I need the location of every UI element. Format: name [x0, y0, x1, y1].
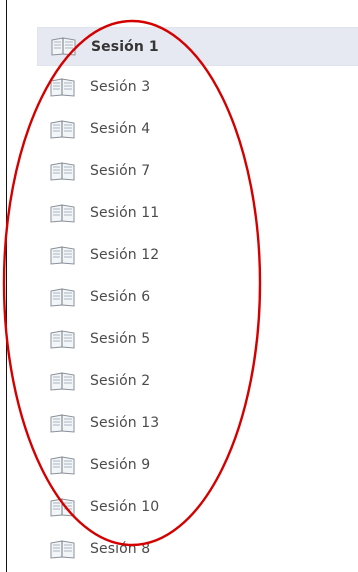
session-label: Sesión 6 — [90, 289, 151, 305]
session-list: Sesión 1 Sesión 3 Sesión 4 Sesión 7 Sesi… — [37, 27, 358, 570]
session-label: Sesión 4 — [90, 121, 151, 137]
session-label: Sesión 2 — [90, 373, 151, 389]
book-icon — [50, 203, 75, 223]
session-item-2[interactable]: Sesión 2 — [37, 360, 358, 402]
session-label: Sesión 7 — [90, 163, 151, 179]
session-item-7[interactable]: Sesión 7 — [37, 150, 358, 192]
session-item-10[interactable]: Sesión 10 — [37, 486, 358, 528]
book-icon — [50, 539, 75, 559]
session-label: Sesión 11 — [90, 205, 160, 221]
session-label: Sesión 8 — [90, 541, 151, 557]
session-item-9[interactable]: Sesión 9 — [37, 444, 358, 486]
session-item-6[interactable]: Sesión 6 — [37, 276, 358, 318]
book-icon — [51, 37, 76, 56]
book-icon — [50, 119, 75, 139]
session-item-8[interactable]: Sesión 8 — [37, 528, 358, 570]
session-item-4[interactable]: Sesión 4 — [37, 108, 358, 150]
session-label: Sesión 12 — [90, 247, 160, 263]
book-icon — [50, 245, 75, 265]
session-tree-screenshot: Sesión 1 Sesión 3 Sesión 4 Sesión 7 Sesi… — [0, 0, 358, 572]
session-item-13[interactable]: Sesión 13 — [37, 402, 358, 444]
session-label: Sesión 9 — [90, 457, 151, 473]
book-icon — [50, 455, 75, 475]
session-item-3[interactable]: Sesión 3 — [37, 66, 358, 108]
panel-border — [6, 0, 7, 572]
session-label: Sesión 5 — [90, 331, 151, 347]
book-icon — [50, 287, 75, 307]
book-icon — [50, 413, 75, 433]
book-icon — [50, 77, 75, 97]
session-item-5[interactable]: Sesión 5 — [37, 318, 358, 360]
session-label: Sesión 1 — [91, 38, 159, 55]
session-item-1[interactable]: Sesión 1 — [37, 27, 358, 66]
book-icon — [50, 329, 75, 349]
book-icon — [50, 371, 75, 391]
book-icon — [50, 161, 75, 181]
session-label: Sesión 3 — [90, 79, 151, 95]
session-item-12[interactable]: Sesión 12 — [37, 234, 358, 276]
session-label: Sesión 10 — [90, 499, 160, 515]
session-item-11[interactable]: Sesión 11 — [37, 192, 358, 234]
book-icon — [50, 497, 75, 517]
session-label: Sesión 13 — [90, 415, 160, 431]
